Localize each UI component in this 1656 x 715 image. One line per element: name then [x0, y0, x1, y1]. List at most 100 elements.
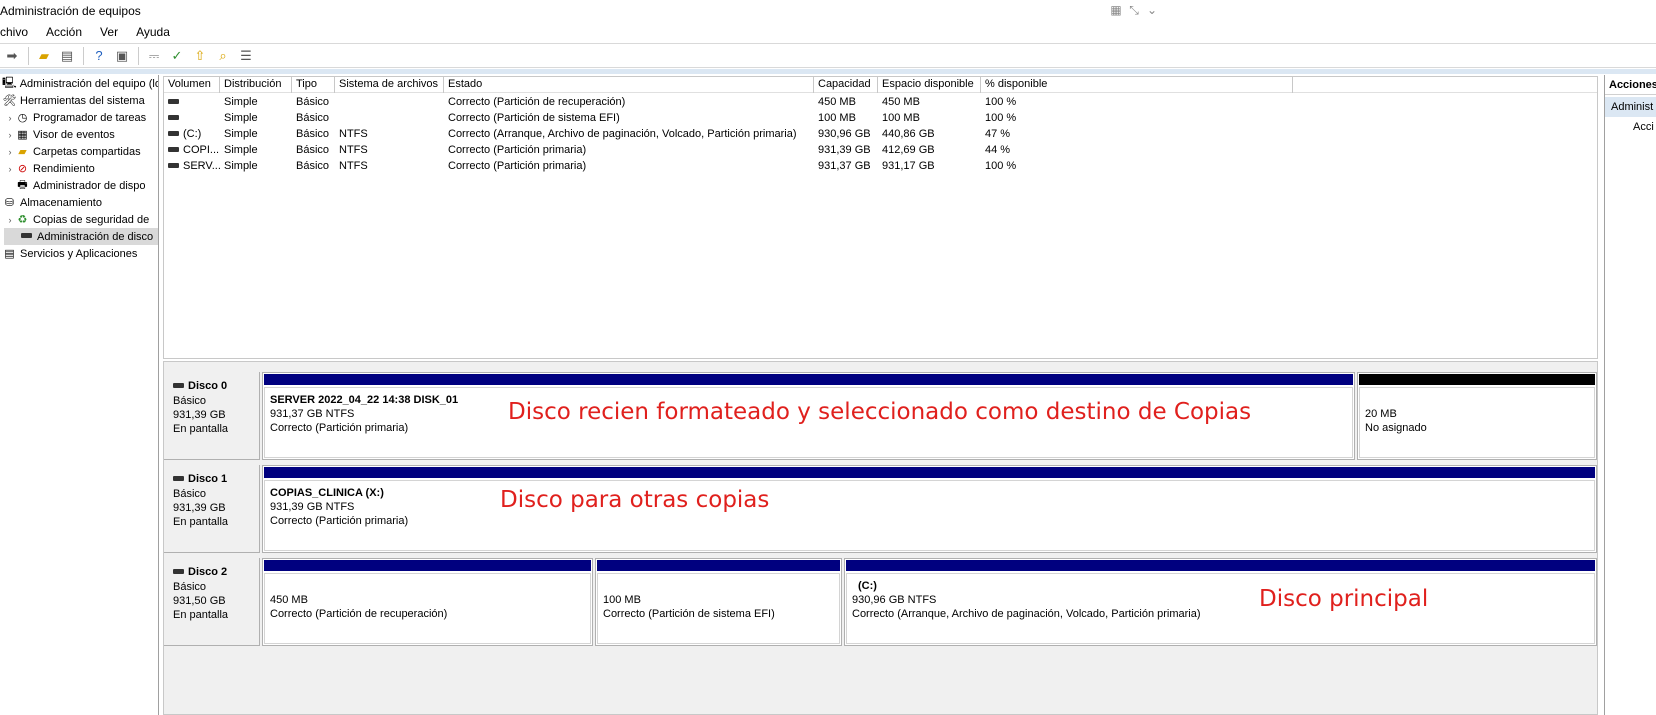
expand-icon[interactable]: ⤡	[1126, 3, 1142, 18]
clock-icon: ◷	[17, 112, 28, 124]
disk-status: En pantalla	[173, 423, 229, 435]
chevron-right-icon[interactable]: ›	[5, 147, 15, 157]
chevron-down-icon[interactable]: ⌄	[1144, 3, 1160, 17]
partition-c-drive[interactable]: (C:) 930,96 GB NTFS Correcto (Arranque, …	[844, 558, 1597, 646]
partition-size: 100 MB	[603, 594, 641, 606]
volume-icon	[168, 130, 179, 136]
actions-more[interactable]: Acci	[1605, 117, 1656, 137]
show-tree-icon[interactable]: ▤	[57, 46, 77, 66]
volume-cell: (C:)	[164, 126, 220, 142]
forward-arrow-icon[interactable]: ➡	[2, 46, 22, 66]
capacity-cell: 931,37 GB	[818, 160, 871, 172]
list-icon[interactable]: ☰	[236, 46, 256, 66]
partition-size: 930,96 GB NTFS	[852, 594, 937, 606]
menu-view[interactable]: Ver	[91, 22, 127, 42]
status-cell: Correcto (Arranque, Archivo de paginació…	[448, 128, 797, 140]
partition-bar	[264, 467, 1595, 478]
type-cell: Básico	[296, 160, 330, 172]
check-icon[interactable]: ✓	[167, 46, 187, 66]
partition-unallocated[interactable]: 20 MB No asignado	[1357, 372, 1597, 460]
chevron-right-icon[interactable]: ›	[5, 130, 15, 140]
partition-status: Correcto (Partición primaria)	[270, 515, 409, 527]
partition-status: No asignado	[1365, 422, 1427, 434]
tree-item-event-viewer[interactable]: › ▦ Visor de eventos	[0, 126, 158, 143]
partition-copias-clinica[interactable]: COPIAS_CLINICA (X:) 931,39 GB NTFS Corre…	[262, 465, 1597, 553]
filesystem-cell	[335, 110, 444, 126]
free-space-cell: 412,69 GB	[882, 144, 935, 156]
column-header-percent-free[interactable]: % disponible	[981, 77, 1293, 93]
disk-name: Disco 2	[188, 566, 228, 578]
column-header-status[interactable]: Estado	[444, 77, 814, 93]
disk-size: 931,39 GB	[173, 409, 226, 421]
free-space-cell: 100 MB	[882, 112, 920, 124]
column-header-volume[interactable]: Volumen	[164, 77, 220, 93]
menu-help[interactable]: Ayuda	[127, 22, 179, 42]
tree-item-device-manager[interactable]: 🖶 Administrador de dispo	[0, 177, 158, 194]
tree-item-system-tools[interactable]: 🛠 Herramientas del sistema	[0, 92, 158, 109]
disk-label-2[interactable]: Disco 2 Básico 931,50 GB En pantalla	[164, 558, 260, 646]
tree-item-services-applications[interactable]: ▤ Servicios y Aplicaciones	[0, 245, 158, 262]
status-cell: Correcto (Partición de sistema EFI)	[448, 112, 620, 124]
properties-icon[interactable]: ▣	[112, 46, 132, 66]
disk-row-1: Disco 1 Básico 931,39 GB En pantalla COP…	[164, 465, 1599, 553]
table-row[interactable]: Simple Básico Correcto (Partición de rec…	[164, 94, 1597, 110]
disk-icon	[173, 475, 184, 481]
folder-search-icon[interactable]: ⌕	[213, 46, 233, 66]
up-folder-icon[interactable]: ▰	[34, 46, 54, 66]
partition-efi[interactable]: 100 MB Correcto (Partición de sistema EF…	[595, 558, 842, 646]
disk-graphical-view: Disco 0 Básico 931,39 GB En pantalla SER…	[163, 361, 1598, 715]
menu-action[interactable]: Acción	[37, 22, 91, 42]
free-space-cell: 450 MB	[882, 96, 920, 108]
menu-file[interactable]: chivo	[0, 22, 37, 42]
type-cell: Básico	[296, 128, 330, 140]
tree-item-task-scheduler[interactable]: › ◷ Programador de tareas	[0, 109, 158, 126]
tree-item-disk-management[interactable]: Administración de disco	[4, 228, 158, 245]
table-row[interactable]: Simple Básico Correcto (Partición de sis…	[164, 110, 1597, 126]
percent-free-cell: 100 %	[985, 112, 1017, 124]
table-row[interactable]: SERV... Simple Básico NTFS Correcto (Par…	[164, 158, 1597, 174]
pane-separator	[0, 69, 1656, 74]
chevron-right-icon[interactable]: ›	[5, 215, 15, 225]
disk-label-0[interactable]: Disco 0 Básico 931,39 GB En pantalla	[164, 372, 260, 460]
storage-icon: ⛁	[4, 197, 15, 209]
filesystem-cell: NTFS	[339, 144, 368, 156]
connect-icon[interactable]: ⎓	[144, 46, 164, 66]
actions-group-disk-management[interactable]: Administ	[1605, 97, 1656, 117]
tree-item-shared-folders[interactable]: › ▰ Carpetas compartidas	[0, 143, 158, 160]
filesystem-cell: NTFS	[339, 160, 368, 172]
type-cell: Básico	[296, 112, 330, 124]
disk-row-2: Disco 2 Básico 931,50 GB En pantalla 450…	[164, 558, 1599, 646]
column-header-type[interactable]: Tipo	[292, 77, 335, 93]
annotation-disk-2: Disco principal	[1259, 586, 1429, 612]
tree-item-backup[interactable]: › ♻ Copias de seguridad de	[0, 211, 158, 228]
tree-item-computer-management[interactable]: 🖳 Administración del equipo (loc	[0, 75, 158, 92]
tree-item-performance[interactable]: › ⊘ Rendimiento	[0, 160, 158, 177]
folder-up-icon[interactable]: ⇧	[190, 46, 210, 66]
disk-type: Básico	[173, 395, 207, 407]
capacity-cell: 931,39 GB	[818, 144, 871, 156]
disk-type: Básico	[173, 488, 207, 500]
tree-item-storage[interactable]: ⛁ Almacenamiento	[0, 194, 158, 211]
disk-label-1[interactable]: Disco 1 Básico 931,39 GB En pantalla	[164, 465, 260, 553]
column-header-filesystem[interactable]: Sistema de archivos	[335, 77, 444, 93]
chevron-right-icon[interactable]: ›	[5, 113, 15, 123]
disk-size: 931,50 GB	[173, 595, 226, 607]
volume-icon	[168, 146, 179, 152]
filesystem-cell	[335, 94, 444, 110]
column-header-capacity[interactable]: Capacidad	[814, 77, 878, 93]
tools-icon: 🛠	[2, 95, 17, 107]
volume-cell	[164, 94, 220, 110]
disk-name: Disco 0	[188, 380, 228, 392]
partition-recovery[interactable]: 450 MB Correcto (Partición de recuperaci…	[262, 558, 593, 646]
column-header-free-space[interactable]: Espacio disponible	[878, 77, 981, 93]
grid-icon[interactable]: ▦	[1108, 3, 1124, 17]
partition-bar	[597, 560, 840, 571]
title-bar: Administración de equipos ▦ ⤡ ⌄	[0, 0, 1656, 22]
partition-bar	[264, 374, 1353, 385]
chevron-right-icon[interactable]: ›	[5, 164, 15, 174]
help-icon[interactable]: ?	[89, 46, 109, 66]
column-header-layout[interactable]: Distribución	[220, 77, 292, 93]
performance-icon: ⊘	[17, 163, 28, 175]
table-row[interactable]: COPI... Simple Básico NTFS Correcto (Par…	[164, 142, 1597, 158]
table-row[interactable]: (C:) Simple Básico NTFS Correcto (Arranq…	[164, 126, 1597, 142]
